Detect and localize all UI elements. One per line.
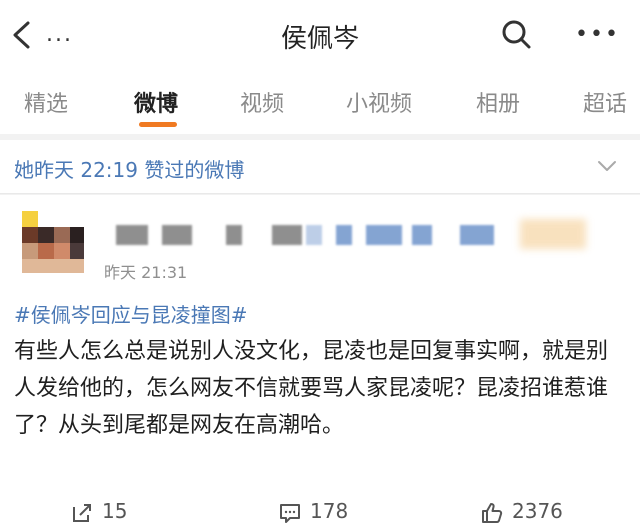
liked-notice-bar[interactable]: 她昨天 22:19 赞过的微博: [0, 140, 640, 194]
comment-count: 178: [310, 499, 349, 523]
avatar[interactable]: [22, 211, 84, 273]
like-button[interactable]: 2376: [480, 499, 563, 525]
tab-album[interactable]: 相册: [476, 86, 520, 118]
tab-short-videos[interactable]: 小视频: [346, 86, 412, 118]
post-timestamp: 昨天 21:31: [104, 263, 188, 282]
top-navigation-bar: ... 侯佩岑 •••: [0, 0, 640, 68]
tab-supertopic[interactable]: 超话: [583, 86, 627, 118]
repost-icon: [73, 503, 91, 522]
liked-notice-text: 她昨天 22:19 赞过的微博: [14, 158, 245, 182]
hashtag-link[interactable]: #侯佩岑回应与昆凌撞图#: [14, 299, 248, 328]
tab-weibo[interactable]: 微博: [134, 86, 178, 118]
tab-videos[interactable]: 视频: [240, 86, 284, 118]
tab-featured[interactable]: 精选: [24, 86, 68, 118]
post-content: 有些人怎么总是说别人没文化，昆凌也是回复事实啊，就是别人发给他的，怎么网友不信就…: [14, 339, 609, 438]
like-count: 2376: [512, 499, 563, 523]
search-icon[interactable]: [500, 18, 532, 50]
more-options-button[interactable]: •••: [575, 24, 620, 46]
repost-count: 15: [102, 499, 128, 523]
comment-button[interactable]: 178: [278, 499, 348, 525]
comment-icon: [280, 503, 300, 523]
chevron-down-icon[interactable]: [597, 156, 617, 176]
repost-button[interactable]: 15: [70, 499, 127, 525]
page-title: 侯佩岑: [280, 24, 359, 54]
profile-tabs: 精选 微博 视频 小视频 相册 超话: [0, 68, 640, 134]
weibo-post-card: 昨天 21:31 #侯佩岑回应与昆凌撞图# 有些人怎么总是说别人没文化，昆凌也是…: [0, 195, 640, 529]
active-tab-indicator: [139, 122, 177, 127]
thumbs-up-icon: [482, 502, 503, 523]
